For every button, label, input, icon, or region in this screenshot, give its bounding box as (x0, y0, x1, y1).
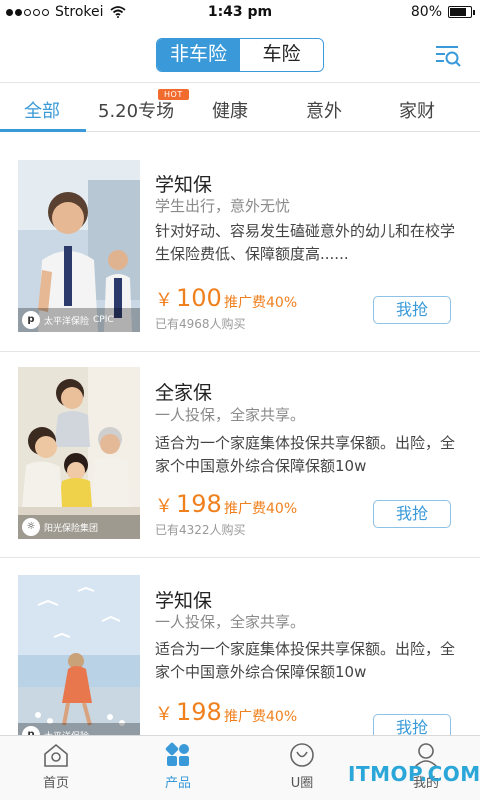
price-value: 100 (176, 284, 222, 312)
buyer-count: 已有4968人购买 (155, 317, 246, 331)
battery-icon (448, 6, 475, 18)
product-price: ￥ 198 (155, 490, 222, 518)
price-value: 198 (176, 698, 222, 726)
nav-products[interactable]: 产品 (138, 742, 218, 791)
product-image: ☼ 阳光保险集团 (18, 367, 140, 539)
brand-badge: ☼ 阳光保险集团 (18, 515, 140, 539)
promotion-fee: 推广费40% (224, 709, 298, 725)
promotion-fee: 推广费40% (224, 295, 298, 311)
product-description: 适合为一个家庭集体投保共享保额。出险，全家个中国意外综合保障保额10w (155, 640, 456, 681)
insurance-type-switch: 非车险 车险 (156, 38, 324, 72)
nav-home[interactable]: 首页 (16, 742, 96, 791)
app-screen: Strokei 1:43 pm 80% 非车险 车险 全部 5.20专场 HOT… (0, 0, 480, 800)
status-time: 1:43 pm (207, 4, 273, 20)
active-tab-indicator (0, 129, 86, 132)
product-price: ￥ 198 (155, 698, 222, 726)
nav-u-circle[interactable]: U圈 (262, 742, 342, 791)
segment-non-auto[interactable]: 非车险 (157, 39, 240, 71)
currency-symbol: ￥ (155, 704, 173, 725)
tab-all[interactable]: 全部 (24, 97, 60, 123)
product-description: 针对好动、容易发生磕碰意外的幼儿和在校学生保险费低、保障额度高...... (155, 222, 456, 263)
product-title: 全家保 (155, 382, 213, 404)
product-title: 学知保 (155, 590, 213, 612)
currency-symbol: ￥ (155, 496, 173, 517)
product-image: p 太平洋保险 (18, 575, 140, 747)
tab-home-property[interactable]: 家财 (399, 97, 435, 123)
brand-name: 太平洋保险 (44, 316, 90, 327)
product-card[interactable]: ☼ 阳光保险集团 全家保 一人投保，全家共享。 适合为一个家庭集体投保共享保额。… (0, 352, 480, 558)
top-header: 非车险 车险 (0, 26, 480, 82)
nav-products-label: 产品 (164, 776, 191, 791)
tab-accident[interactable]: 意外 (306, 97, 342, 123)
currency-symbol: ￥ (155, 290, 173, 311)
home-icon (44, 743, 68, 767)
products-grid-icon (165, 742, 189, 766)
brand-logo-icon: p (22, 311, 40, 329)
watermark: ITMOP.COM (348, 762, 480, 786)
product-price: ￥ 100 (155, 284, 222, 312)
segment-auto[interactable]: 车险 (240, 39, 323, 71)
product-subtitle: 学生出行，意外无忧 (155, 197, 291, 215)
hot-badge: HOT (158, 89, 189, 100)
product-description: 适合为一个家庭集体投保共享保额。出险，全家个中国意外综合保障保额10w (155, 434, 456, 475)
grab-button[interactable]: 我抢 (373, 296, 451, 324)
brand-sub: CPIC (93, 315, 114, 325)
brand-name: 阳光保险集团 (44, 523, 99, 534)
tab-health[interactable]: 健康 (212, 97, 248, 123)
search-list-icon[interactable] (434, 44, 462, 68)
status-right: 80% (410, 4, 475, 20)
grab-button[interactable]: 我抢 (373, 500, 451, 528)
promotion-fee: 推广费40% (224, 501, 298, 517)
product-subtitle: 一人投保，全家共享。 (155, 613, 306, 631)
product-card[interactable]: p 太平洋保险 学知保 一人投保，全家共享。 适合为一个家庭集体投保共享保额。出… (0, 558, 480, 747)
buyer-count: 已有4322人购买 (155, 523, 246, 537)
battery-percent: 80% (410, 4, 442, 20)
brand-badge: p 太平洋保险 CPIC (18, 308, 140, 332)
product-title: 学知保 (155, 174, 213, 196)
nav-home-label: 首页 (42, 776, 69, 791)
tab-520-special[interactable]: 5.20专场 (98, 97, 174, 123)
product-card[interactable]: p 太平洋保险 CPIC 学知保 学生出行，意外无忧 针对好动、容易发生磕碰意外… (0, 146, 480, 352)
status-bar: Strokei 1:43 pm 80% (0, 0, 480, 26)
product-subtitle: 一人投保，全家共享。 (155, 406, 306, 424)
nav-u-circle-label: U圈 (290, 776, 314, 791)
product-image: p 太平洋保险 CPIC (18, 160, 140, 332)
u-circle-icon (290, 743, 314, 767)
brand-logo-icon: ☼ (22, 518, 40, 536)
category-tabs: 全部 5.20专场 HOT 健康 意外 家财 (0, 82, 480, 132)
price-value: 198 (176, 490, 222, 518)
